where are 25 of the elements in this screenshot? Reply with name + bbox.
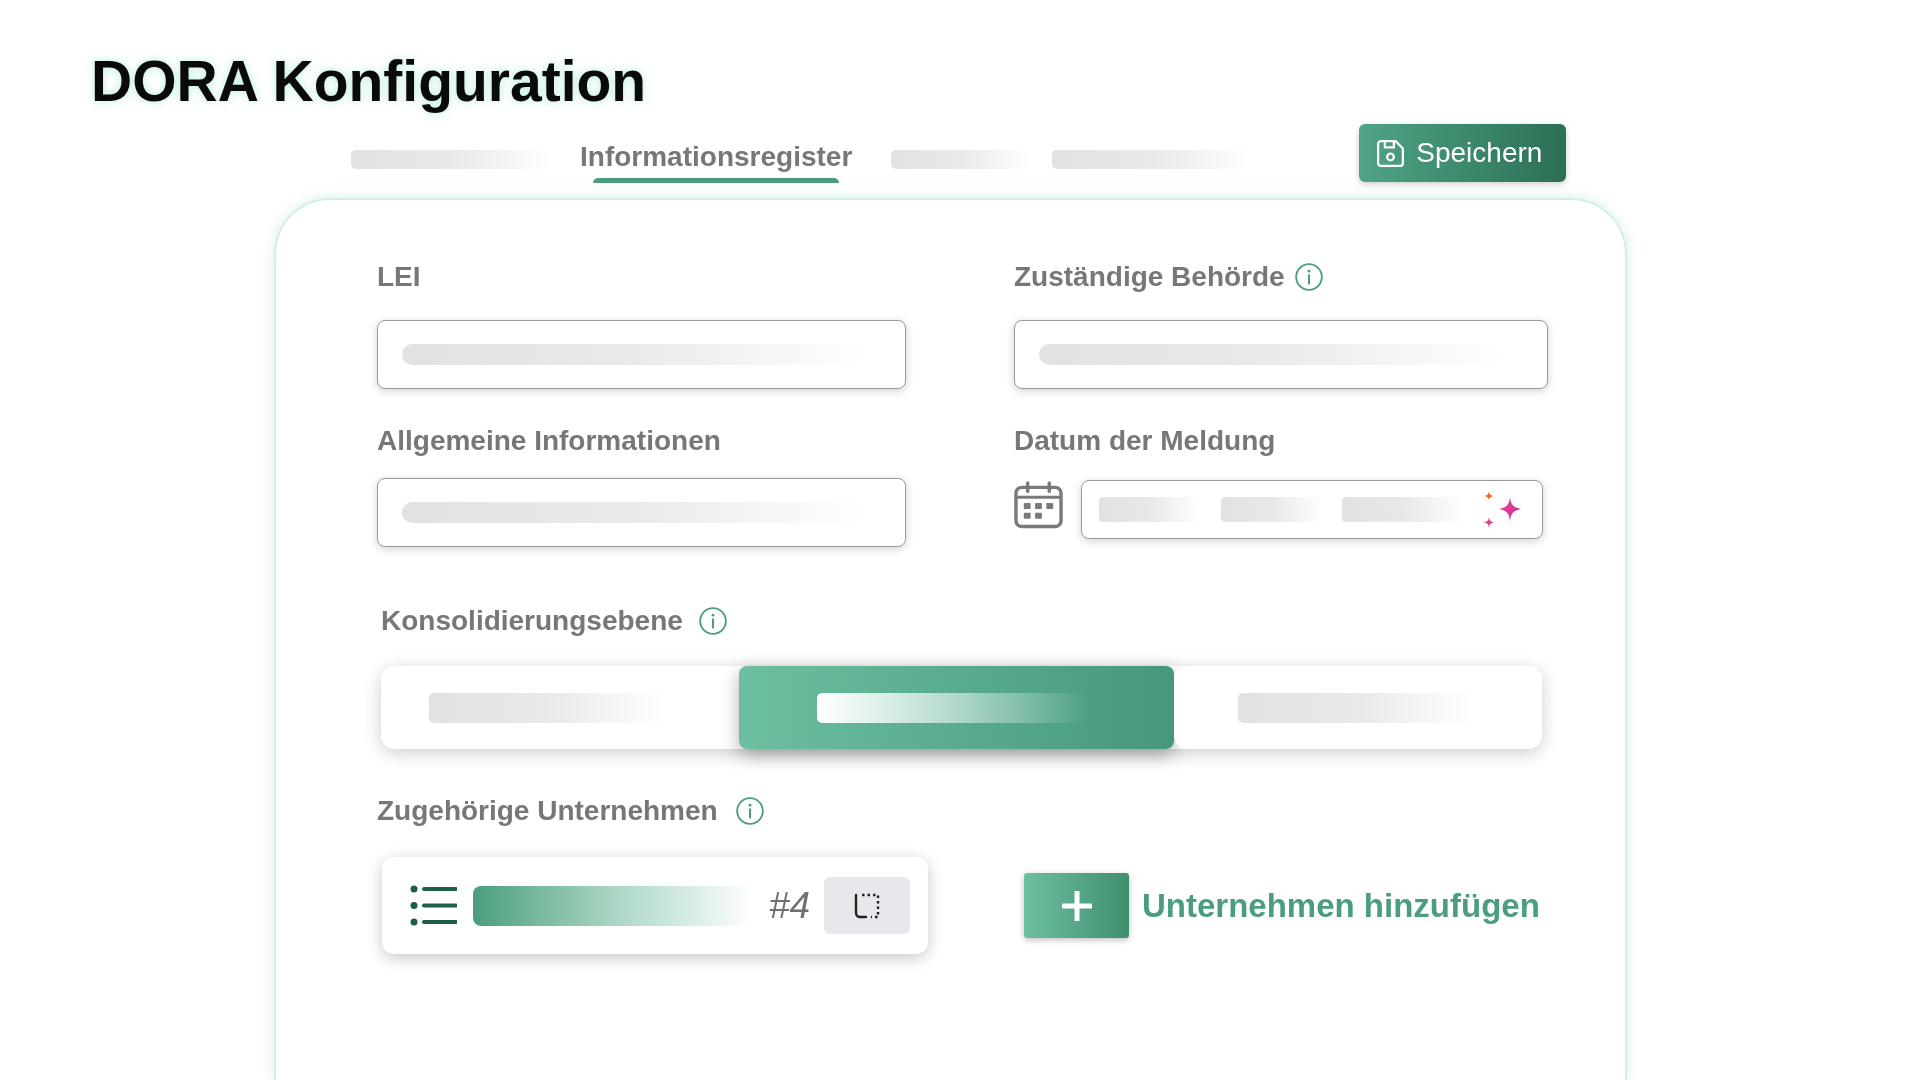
field-label: Zuständige Behörde (1014, 260, 1285, 294)
field-label: LEI (377, 260, 421, 294)
input-field[interactable] (377, 478, 906, 547)
calendar-icon[interactable] (1014, 481, 1063, 529)
field-label: Konsolidierungsebene (381, 604, 683, 638)
tab[interactable]: Informationsregister (580, 140, 853, 183)
field-label: Datum der Meldung (1014, 424, 1276, 458)
dotted-square-icon (854, 892, 881, 919)
select-button[interactable] (824, 877, 911, 934)
add-company-link[interactable]: Unternehmen hinzufügen (1142, 889, 1540, 922)
entry-number: #4 (769, 887, 811, 924)
add-button[interactable] (1024, 873, 1129, 938)
info-icon[interactable] (1294, 263, 1323, 291)
input-field[interactable] (1014, 320, 1548, 389)
date-input-field[interactable] (1081, 480, 1543, 539)
segment-option[interactable] (739, 666, 1174, 749)
list-icon (410, 885, 457, 926)
save-button[interactable]: Speichern (1359, 124, 1567, 182)
info-icon[interactable] (698, 607, 727, 635)
sparkle-icon[interactable] (1483, 491, 1521, 528)
field-label: Allgemeine Informationen (377, 424, 721, 458)
info-icon[interactable] (735, 797, 764, 825)
input-field[interactable] (377, 320, 906, 389)
field-label: Zugehörige Unternehmen (377, 794, 718, 828)
plus-icon (1061, 890, 1092, 921)
